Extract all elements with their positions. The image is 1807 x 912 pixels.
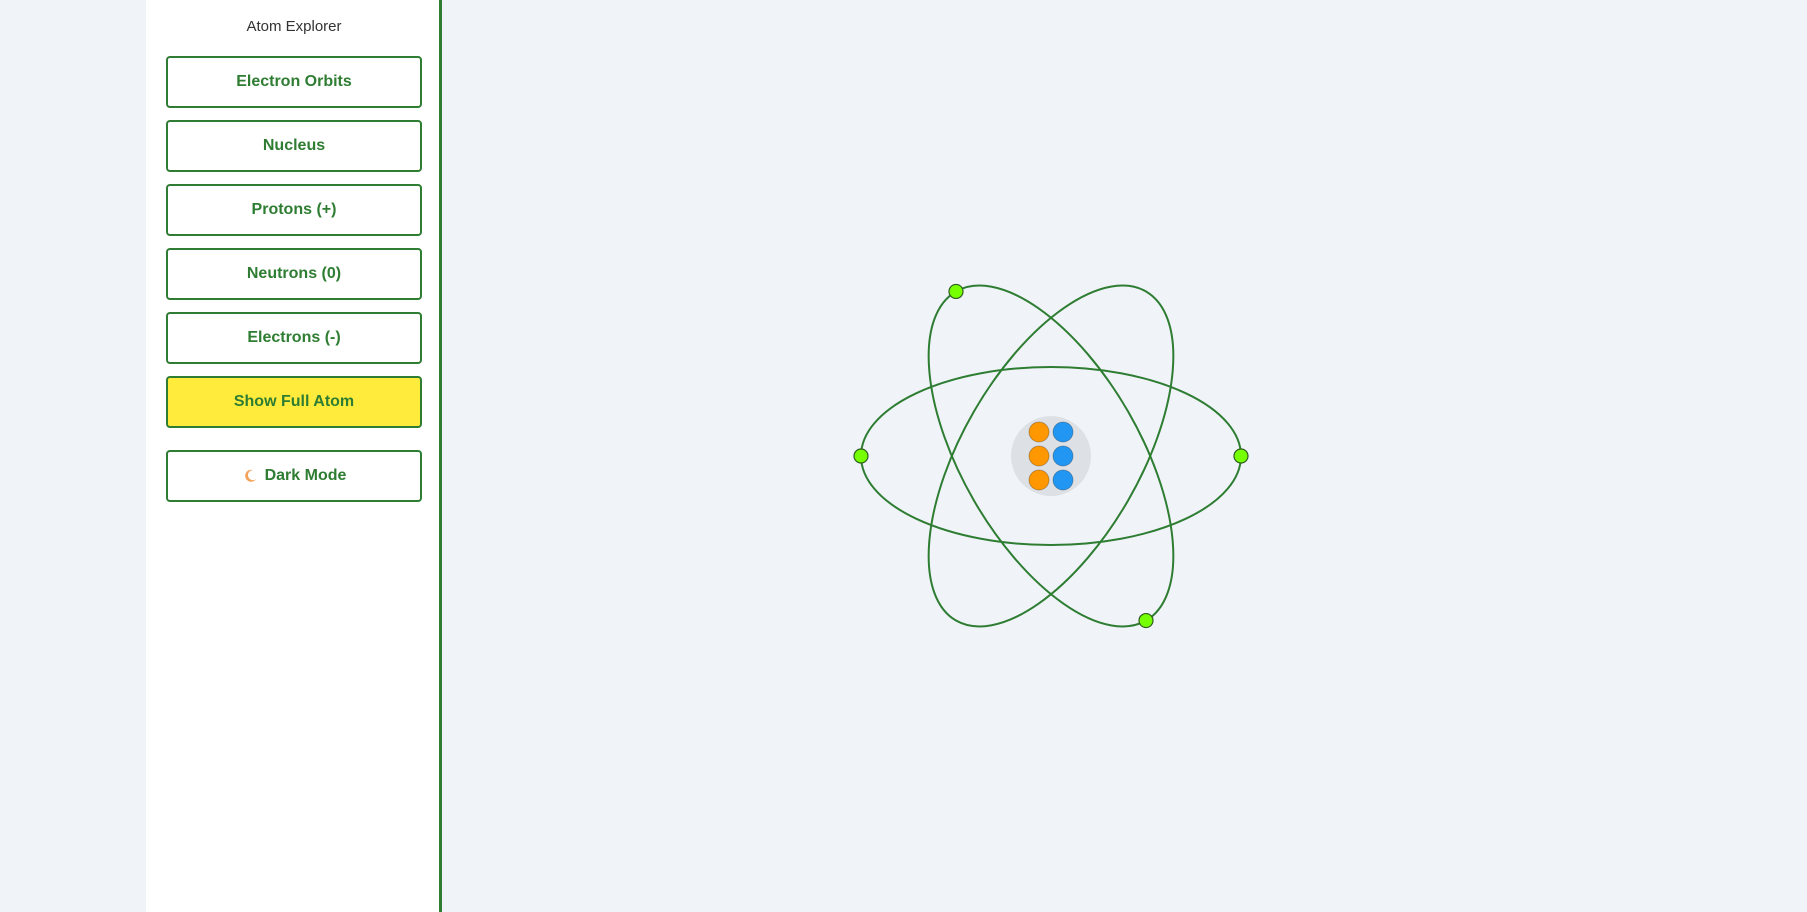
electron [1233, 448, 1249, 464]
proton [1028, 445, 1050, 467]
electrons-label: Electrons (-) [247, 329, 341, 346]
electron-orbits-label: Electron Orbits [236, 73, 352, 90]
nucleus-label: Nucleus [262, 137, 326, 154]
electron [1138, 612, 1154, 629]
neutron [1052, 445, 1074, 467]
neutrons-label: Neutrons (0) [246, 265, 342, 282]
proton [1028, 469, 1050, 491]
app-title: Atom Explorer [246, 18, 342, 35]
atom-diagram [853, 283, 1249, 629]
show-full-atom-label: Show Full Atom [233, 393, 355, 410]
electron-orbits-button[interactable]: Electron Orbits [166, 56, 422, 108]
proton [1028, 421, 1050, 443]
sidebar: Atom Explorer Electron Orbits Nucleus Pr… [146, 0, 442, 912]
atom-canvas [445, 0, 1807, 912]
electrons-button[interactable]: Electrons (-) [166, 312, 422, 364]
neutrons-button[interactable]: Neutrons (0) [166, 248, 422, 300]
nucleus-button[interactable]: Nucleus [166, 120, 422, 172]
show-full-atom-button[interactable]: Show Full Atom [166, 376, 422, 428]
electron [853, 448, 869, 464]
electron [948, 283, 964, 300]
nucleus [1011, 416, 1091, 496]
neutron [1052, 421, 1074, 443]
moon-icon [244, 469, 256, 482]
protons-label: Protons (+) [251, 201, 337, 218]
neutron [1052, 469, 1074, 491]
dark-mode-button[interactable]: Dark Mode [166, 450, 422, 502]
dark-mode-label: Dark Mode [264, 467, 347, 484]
protons-button[interactable]: Protons (+) [166, 184, 422, 236]
